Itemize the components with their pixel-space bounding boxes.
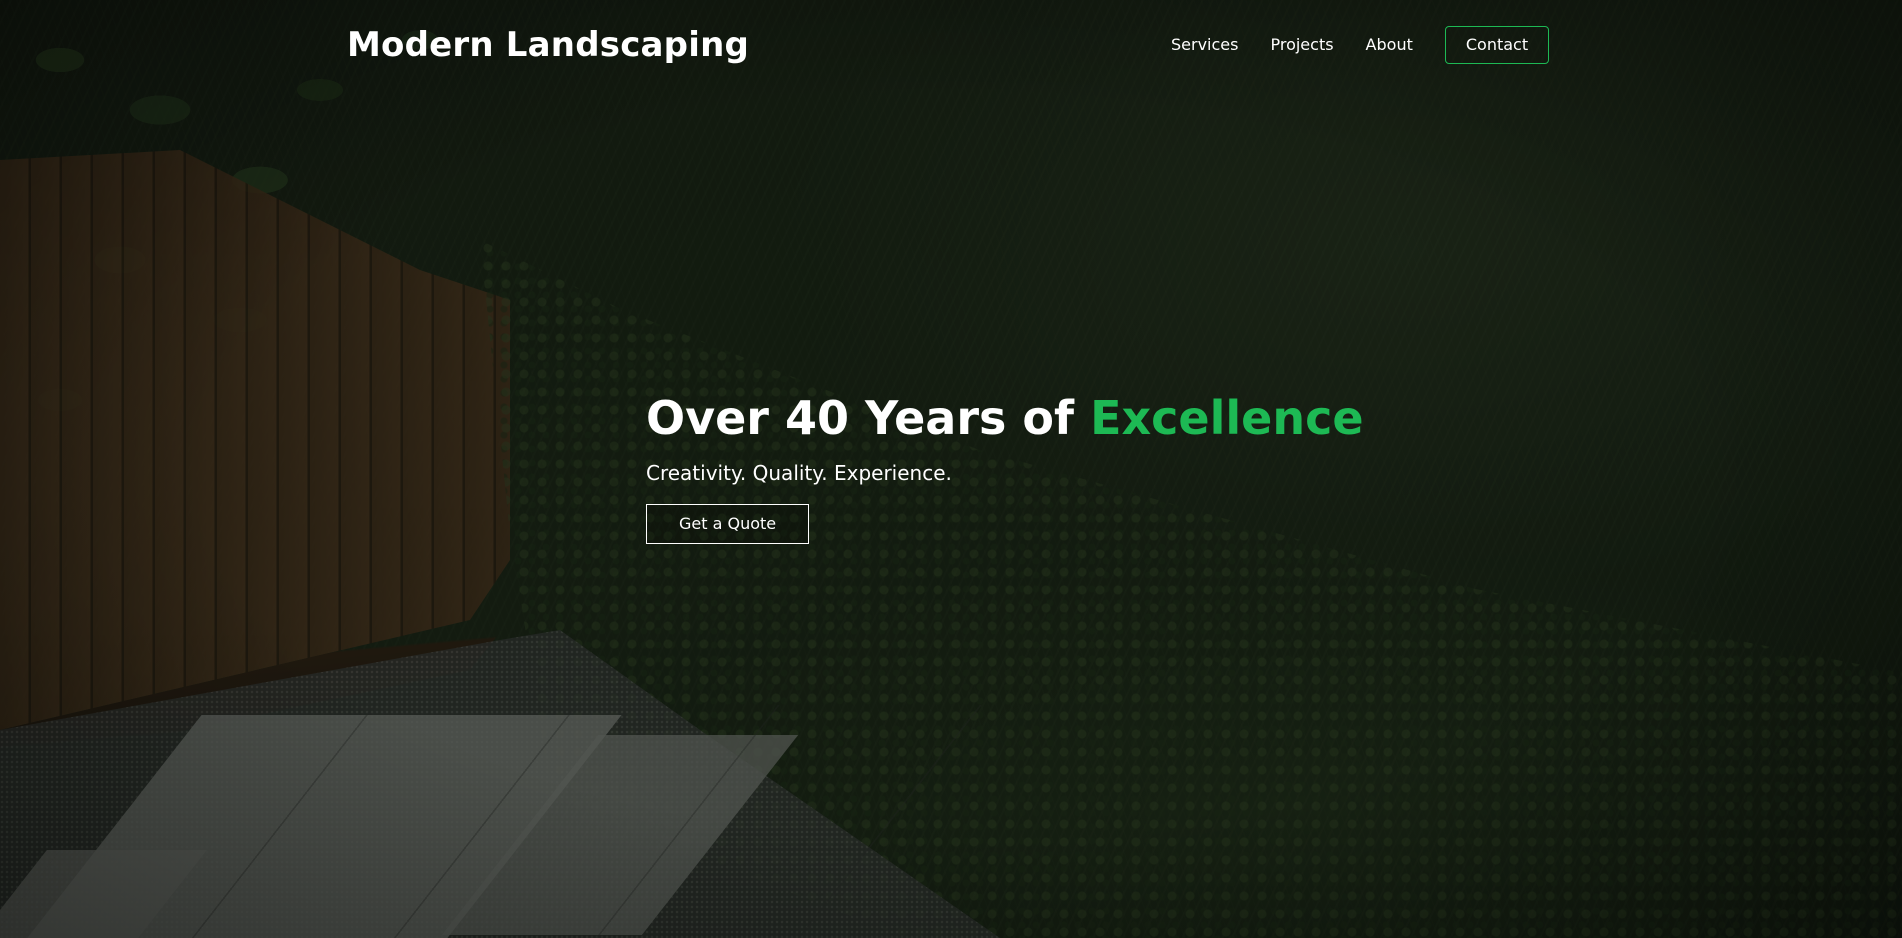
main-nav: Services Projects About Contact — [1155, 26, 1550, 64]
brand-logo[interactable]: Modern Landscaping — [347, 23, 749, 67]
nav-link-projects[interactable]: Projects — [1254, 26, 1349, 64]
hero-title: Over 40 Years of Excellence — [646, 388, 1546, 448]
nav-link-services[interactable]: Services — [1155, 26, 1254, 64]
hero-section: Over 40 Years of Excellence Creativity. … — [646, 388, 1546, 544]
landing-page: Modern Landscaping Services Projects Abo… — [0, 0, 1902, 938]
navbar: Modern Landscaping Services Projects Abo… — [0, 0, 1902, 90]
hero-title-prefix: Over 40 Years of — [646, 391, 1091, 445]
hero-title-accent: Excellence — [1090, 391, 1364, 445]
contact-button[interactable]: Contact — [1444, 26, 1550, 64]
get-a-quote-button[interactable]: Get a Quote — [646, 504, 810, 544]
hero-subtitle: Creativity. Quality. Experience. — [646, 461, 952, 485]
nav-link-about[interactable]: About — [1350, 26, 1429, 64]
